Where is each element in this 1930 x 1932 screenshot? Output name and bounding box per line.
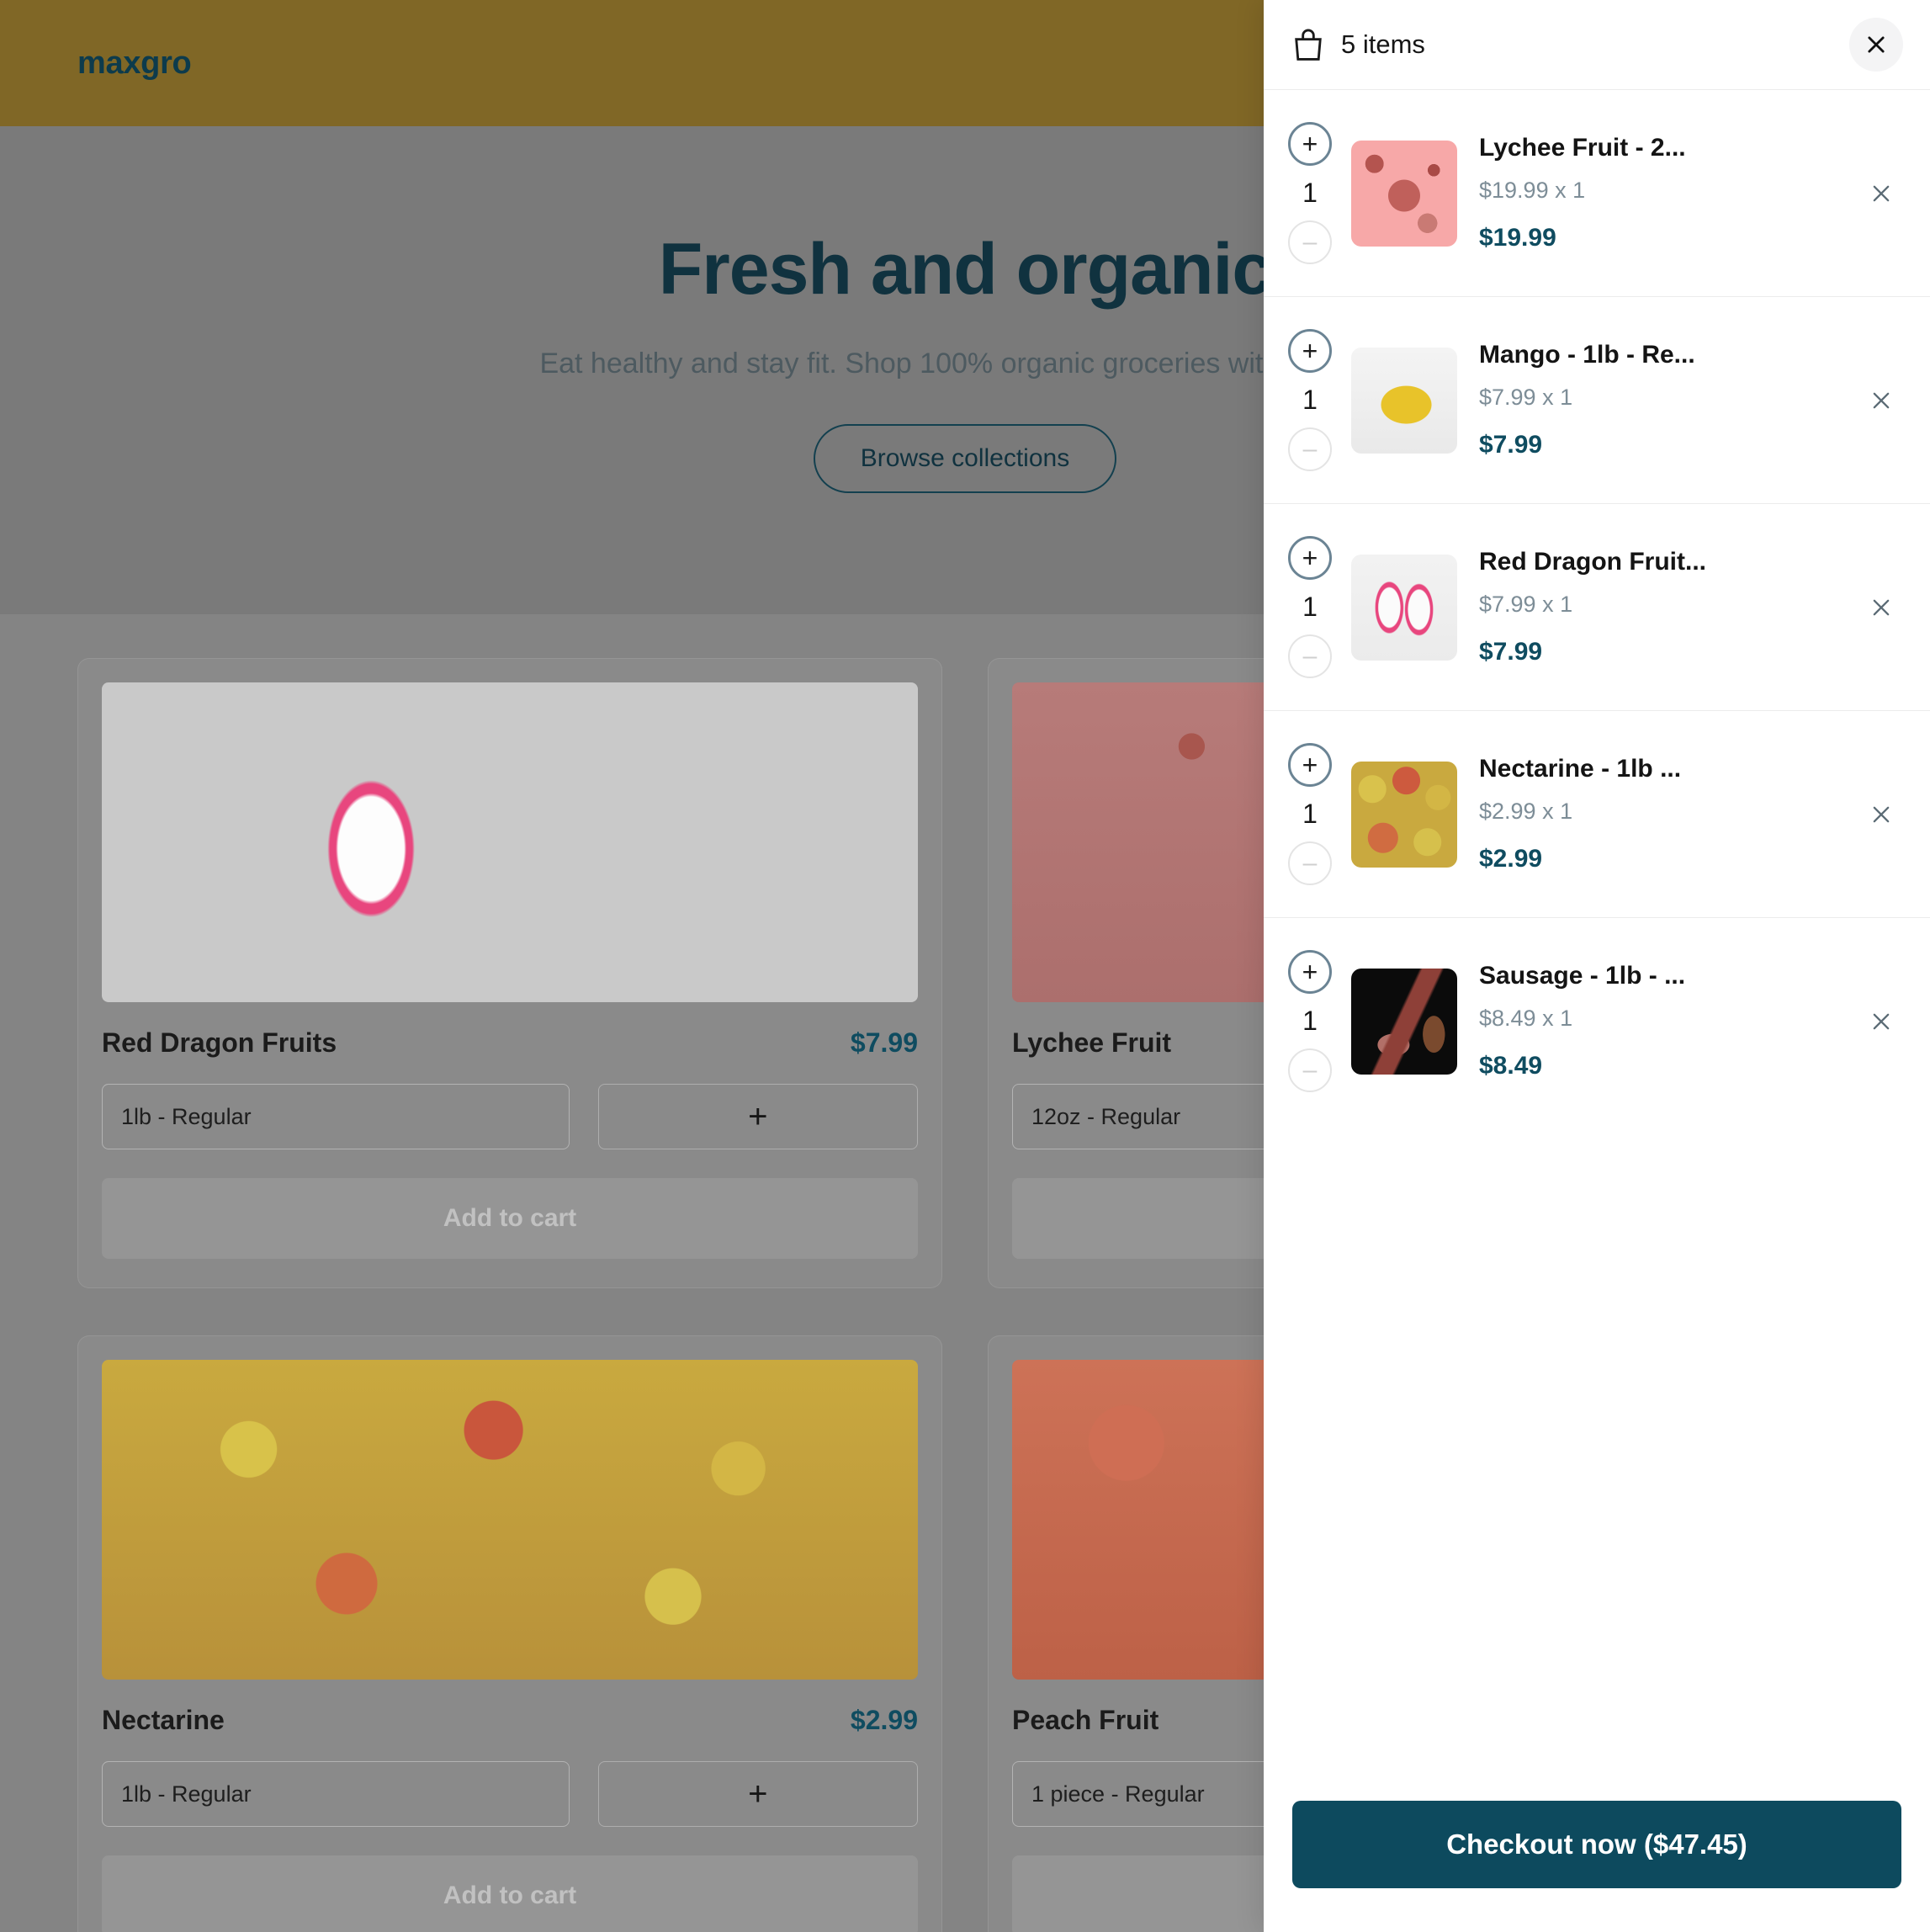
close-icon xyxy=(1873,1013,1890,1029)
quantity-value: 1 xyxy=(1302,1006,1318,1036)
decrease-quantity-button[interactable]: – xyxy=(1288,634,1332,678)
cart-item-info: Lychee Fruit - 2... $19.99 x 1 $19.99 xyxy=(1479,134,1861,252)
cart-item-info: Nectarine - 1lb ... $2.99 x 1 $2.99 xyxy=(1479,755,1861,873)
close-icon xyxy=(1868,36,1885,53)
product-header: Nectarine $2.99 xyxy=(102,1705,918,1736)
product-title: Nectarine xyxy=(102,1705,225,1735)
product-title: Peach Fruit xyxy=(1012,1705,1159,1735)
variant-select[interactable]: 1lb - Regular xyxy=(102,1084,570,1149)
increase-quantity-button[interactable]: + xyxy=(1288,122,1332,166)
product-title: Red Dragon Fruits xyxy=(102,1027,337,1058)
cart-item-line-total: $7.99 xyxy=(1479,431,1543,459)
cart-footer: Checkout now ($47.45) xyxy=(1264,1772,1930,1932)
cart-item-title: Nectarine - 1lb ... xyxy=(1479,755,1682,783)
page-root: maxgro Products About us Order status Fr… xyxy=(0,0,1930,1932)
cart-item-line-total: $19.99 xyxy=(1479,224,1556,252)
product-header: Red Dragon Fruits $7.99 xyxy=(102,1027,918,1059)
cart-item-unit-price: $19.99 x 1 xyxy=(1479,178,1586,203)
variant-select[interactable]: 1lb - Regular xyxy=(102,1761,570,1827)
cart-item-thumbnail xyxy=(1351,140,1457,247)
cart-item: + 1 – Nectarine - 1lb ... $2.99 x 1 $2.9… xyxy=(1264,710,1930,917)
plus-icon[interactable]: + xyxy=(597,1084,918,1149)
cart-drawer: 5 items + 1 – Lychee Fruit - 2... $19.99… xyxy=(1264,0,1930,1932)
site-logo[interactable]: maxgro xyxy=(77,45,192,82)
decrease-quantity-button[interactable]: – xyxy=(1288,220,1332,264)
browse-collections-button[interactable]: Browse collections xyxy=(813,423,1117,493)
cart-item: + 1 – Lychee Fruit - 2... $19.99 x 1 $19… xyxy=(1264,89,1930,296)
cart-item-unit-price: $7.99 x 1 xyxy=(1479,385,1573,410)
quantity-stepper: + 1 – xyxy=(1280,743,1339,885)
cart-item: + 1 – Mango - 1lb - Re... $7.99 x 1 $7.9… xyxy=(1264,296,1930,503)
add-to-cart-button[interactable]: Add to cart xyxy=(102,1855,918,1932)
product-price: $2.99 xyxy=(850,1705,918,1735)
cart-item-thumbnail xyxy=(1351,554,1457,661)
cart-item-info: Sausage - 1lb - ... $8.49 x 1 $8.49 xyxy=(1479,962,1861,1080)
cart-item-thumbnail xyxy=(1351,347,1457,454)
product-price: $7.99 xyxy=(850,1027,918,1058)
cart-item-unit-price: $7.99 x 1 xyxy=(1479,592,1573,617)
close-icon xyxy=(1873,806,1890,822)
decrease-quantity-button[interactable]: – xyxy=(1288,427,1332,471)
quantity-stepper: + 1 – xyxy=(1280,536,1339,678)
cart-header: 5 items xyxy=(1264,0,1930,89)
close-icon xyxy=(1873,599,1890,615)
increase-quantity-button[interactable]: + xyxy=(1288,950,1332,994)
product-title: Lychee Fruit xyxy=(1012,1027,1172,1058)
quantity-value: 1 xyxy=(1302,592,1318,622)
quantity-stepper: + 1 – xyxy=(1280,950,1339,1092)
product-image-red-dragon-fruits xyxy=(102,682,918,1002)
remove-item-button[interactable] xyxy=(1861,587,1901,628)
remove-item-button[interactable] xyxy=(1861,173,1901,214)
decrease-quantity-button[interactable]: – xyxy=(1288,841,1332,885)
cart-item-title: Sausage - 1lb - ... xyxy=(1479,962,1686,990)
hero-title: Fresh and organic xyxy=(658,229,1272,310)
cart-item-title: Mango - 1lb - Re... xyxy=(1479,341,1695,369)
product-controls: 1lb - Regular + xyxy=(102,1761,918,1827)
cart-item-unit-price: $2.99 x 1 xyxy=(1479,799,1573,824)
quantity-value: 1 xyxy=(1302,385,1318,415)
cart-item-info: Mango - 1lb - Re... $7.99 x 1 $7.99 xyxy=(1479,341,1861,459)
close-icon xyxy=(1873,185,1890,201)
add-to-cart-button[interactable]: Add to cart xyxy=(102,1178,918,1259)
cart-item-title: Red Dragon Fruit... xyxy=(1479,548,1706,576)
cart-item-thumbnail xyxy=(1351,968,1457,1075)
quantity-value: 1 xyxy=(1302,799,1318,829)
hero-subtitle: Eat healthy and stay fit. Shop 100% orga… xyxy=(539,348,1391,380)
product-card[interactable]: Nectarine $2.99 1lb - Regular + Add to c… xyxy=(77,1335,942,1932)
shopping-bag-icon xyxy=(1295,29,1322,61)
cart-item-line-total: $7.99 xyxy=(1479,638,1543,666)
remove-item-button[interactable] xyxy=(1861,1001,1901,1042)
quantity-stepper: + 1 – xyxy=(1280,329,1339,471)
checkout-button[interactable]: Checkout now ($47.45) xyxy=(1292,1801,1901,1888)
cart-item-line-total: $2.99 xyxy=(1479,845,1543,873)
close-icon xyxy=(1873,392,1890,408)
plus-icon[interactable]: + xyxy=(597,1761,918,1827)
cart-item-info: Red Dragon Fruit... $7.99 x 1 $7.99 xyxy=(1479,548,1861,666)
cart-item-unit-price: $8.49 x 1 xyxy=(1479,1006,1573,1031)
cart-item-thumbnail xyxy=(1351,761,1457,868)
increase-quantity-button[interactable]: + xyxy=(1288,536,1332,580)
cart-item-line-total: $8.49 xyxy=(1479,1052,1543,1080)
quantity-stepper: + 1 – xyxy=(1280,122,1339,264)
product-controls: 1lb - Regular + xyxy=(102,1084,918,1149)
cart-item: + 1 – Red Dragon Fruit... $7.99 x 1 $7.9… xyxy=(1264,503,1930,710)
close-cart-button[interactable] xyxy=(1849,18,1903,72)
cart-item: + 1 – Sausage - 1lb - ... $8.49 x 1 $8.4… xyxy=(1264,917,1930,1124)
remove-item-button[interactable] xyxy=(1861,794,1901,835)
quantity-value: 1 xyxy=(1302,178,1318,208)
decrease-quantity-button[interactable]: – xyxy=(1288,1048,1332,1092)
product-card[interactable]: Red Dragon Fruits $7.99 1lb - Regular + … xyxy=(77,658,942,1288)
remove-item-button[interactable] xyxy=(1861,380,1901,421)
cart-item-count: 5 items xyxy=(1341,29,1425,59)
product-image-nectarine xyxy=(102,1360,918,1680)
increase-quantity-button[interactable]: + xyxy=(1288,329,1332,373)
increase-quantity-button[interactable]: + xyxy=(1288,743,1332,787)
cart-item-title: Lychee Fruit - 2... xyxy=(1479,134,1686,162)
cart-item-list: + 1 – Lychee Fruit - 2... $19.99 x 1 $19… xyxy=(1264,89,1930,1772)
